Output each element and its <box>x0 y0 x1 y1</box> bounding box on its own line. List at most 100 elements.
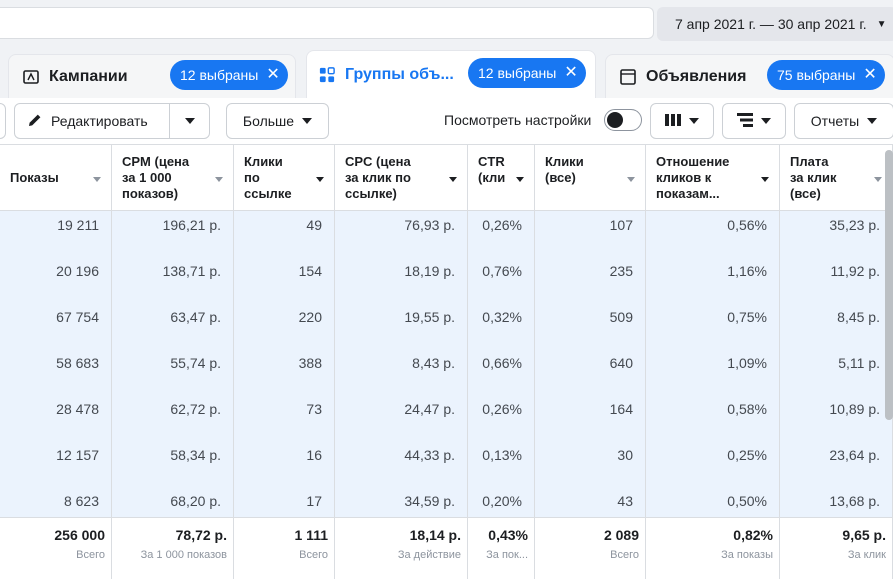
column-header-line: за клик по <box>345 170 411 185</box>
footer-label: За показы <box>721 549 773 561</box>
edit-button[interactable]: Редактировать <box>14 103 170 139</box>
column-header-link-clicks[interactable]: Клики по ссылке <box>234 145 334 211</box>
more-button[interactable]: Больше <box>226 103 329 139</box>
columns-button[interactable] <box>650 103 714 139</box>
sort-icon[interactable] <box>316 177 324 182</box>
column-header-cpm[interactable]: CPM (цена за 1 000 показов) <box>112 145 233 211</box>
table-cell: 509 <box>609 309 633 325</box>
sort-icon[interactable] <box>93 177 101 182</box>
close-icon[interactable]: ✕ <box>863 67 876 83</box>
close-icon[interactable]: ✕ <box>564 65 577 81</box>
chevron-down-icon <box>761 118 771 124</box>
sort-icon[interactable] <box>449 177 457 182</box>
column-footer-cpc: 18,14 р. За действие <box>335 517 467 579</box>
column-header-cost-per-click[interactable]: Плата за клик (все) <box>780 145 892 211</box>
sort-icon[interactable] <box>215 177 223 182</box>
chevron-down-icon <box>867 118 878 124</box>
table-cell: 220 <box>298 309 322 325</box>
column-header-line: за 1 000 <box>122 170 172 185</box>
sort-icon[interactable] <box>761 177 769 182</box>
column-cells: 0,26% 0,76% 0,32% 0,66% 0,26% 0,13% 0,20% <box>468 211 534 517</box>
table-cell: 0,25% <box>727 447 767 463</box>
vertical-scrollbar[interactable] <box>885 150 893 420</box>
table-cell: 19,55 р. <box>404 309 455 325</box>
column-footer-impressions: 256 000 Всего <box>0 517 111 579</box>
column-header-impressions[interactable]: Показы <box>0 145 111 211</box>
table-cell: 235 <box>609 263 633 279</box>
column-footer-cpm: 78,72 р. За 1 000 показов <box>112 517 233 579</box>
column-click-ratio: Отношение кликов к показам... 0,56% 1,16% 0,7… <box>646 145 780 579</box>
column-cells: 49 154 220 388 73 16 17 <box>234 211 334 517</box>
ads-selected-badge[interactable]: 75 выбраны ✕ <box>767 60 885 90</box>
close-icon[interactable]: ✕ <box>266 67 279 83</box>
table-cell: 640 <box>609 355 633 371</box>
table-cell: 0,66% <box>482 355 522 371</box>
table-cell: 24,47 р. <box>404 401 455 417</box>
breakdown-button[interactable] <box>722 103 786 139</box>
table-cell: 55,74 р. <box>170 355 221 371</box>
column-clicks-all: Клики (все) 107 235 509 640 164 30 43 2 089 Всего <box>535 145 646 579</box>
footer-label: За 1 000 показов <box>140 549 227 561</box>
column-header-line: по <box>244 170 260 185</box>
table-cell: 67 754 <box>56 309 99 325</box>
tab-ads-label: Объявления <box>646 67 747 85</box>
ad-sets-selected-badge[interactable]: 12 выбраны ✕ <box>468 58 586 88</box>
column-header-line: CTR <box>478 154 505 169</box>
table-cell: 34,59 р. <box>404 493 455 509</box>
reports-button[interactable]: Отчеты <box>794 103 893 139</box>
column-header-line: показов) <box>122 186 179 201</box>
toolbar: Редактировать Больше Посмотреть настройк… <box>0 98 893 144</box>
table-cell: 107 <box>609 217 633 233</box>
partial-button[interactable] <box>0 103 6 139</box>
column-header-line: ссылке <box>244 186 292 201</box>
edit-dropdown-button[interactable] <box>169 103 210 139</box>
column-header-line: (кли <box>478 170 506 185</box>
column-impressions: Показы 19 211 20 196 67 754 58 683 28 478 12 1… <box>0 145 112 579</box>
ads-selected-label: 75 выбраны <box>777 67 856 83</box>
table-cell: 8,45 р. <box>837 309 880 325</box>
column-ctr: CTR (кли 0,26% 0,76% 0,32% 0,66% 0,26% 0,13% 0,2… <box>468 145 535 579</box>
table-cell: 0,75% <box>727 309 767 325</box>
table-cell: 0,26% <box>482 217 522 233</box>
column-header-line: Показы <box>10 170 59 185</box>
column-cpc: CPC (цена за клик по ссылке) 76,93 р. 18,19 … <box>335 145 468 579</box>
level-tabs: Кампании 12 выбраны ✕ Группы объ... 12 в… <box>0 50 893 98</box>
footer-total: 78,72 р. <box>175 527 227 543</box>
column-header-line: Отношение <box>656 154 730 169</box>
column-cells: 0,56% 1,16% 0,75% 1,09% 0,58% 0,25% 0,50% <box>646 211 779 517</box>
column-header-clicks-all[interactable]: Клики (все) <box>535 145 645 211</box>
sort-icon[interactable] <box>874 177 882 182</box>
tab-ad-sets-label: Группы объ... <box>345 65 454 83</box>
breakdown-icon <box>737 112 753 130</box>
table-cell: 44,33 р. <box>404 447 455 463</box>
table-cell: 16 <box>306 447 322 463</box>
column-header-line: за клик <box>790 170 837 185</box>
column-header-line: Клики <box>244 154 283 169</box>
column-header-ctr[interactable]: CTR (кли <box>468 145 534 211</box>
campaigns-selected-badge[interactable]: 12 выбраны ✕ <box>170 60 288 90</box>
table-cell: 154 <box>298 263 322 279</box>
date-range-picker[interactable]: 7 апр 2021 г. — 30 апр 2021 г. ▼ <box>657 7 893 41</box>
search-input[interactable] <box>0 7 654 39</box>
column-cells: 196,21 р. 138,71 р. 63,47 р. 55,74 р. 62,72 … <box>112 211 233 517</box>
table-cell: 0,32% <box>482 309 522 325</box>
column-header-line: CPC (цена <box>345 154 411 169</box>
column-footer-click-ratio: 0,82% За показы <box>646 517 779 579</box>
chevron-down-icon <box>184 118 195 124</box>
date-range-label: 7 апр 2021 г. — 30 апр 2021 г. <box>675 16 867 32</box>
column-header-click-ratio[interactable]: Отношение кликов к показам... <box>646 145 779 211</box>
column-header-cpc[interactable]: CPC (цена за клик по ссылке) <box>335 145 467 211</box>
view-settings-toggle[interactable] <box>604 109 642 131</box>
sort-icon[interactable] <box>516 177 524 182</box>
chevron-down-icon: ▼ <box>876 18 887 30</box>
table-cell: 30 <box>617 447 633 463</box>
table-cell: 13,68 р. <box>829 493 880 509</box>
table-cell: 68,20 р. <box>170 493 221 509</box>
footer-total: 18,14 р. <box>409 527 461 543</box>
table-cell: 58,34 р. <box>170 447 221 463</box>
table-cell: 164 <box>609 401 633 417</box>
column-header-line: Плата <box>790 154 829 169</box>
column-cost-per-click: Плата за клик (все) 35,23 р. 11,92 р. 8,45 р.… <box>780 145 893 579</box>
sort-icon[interactable] <box>627 177 635 182</box>
column-header-line: CPM (цена <box>122 154 190 169</box>
